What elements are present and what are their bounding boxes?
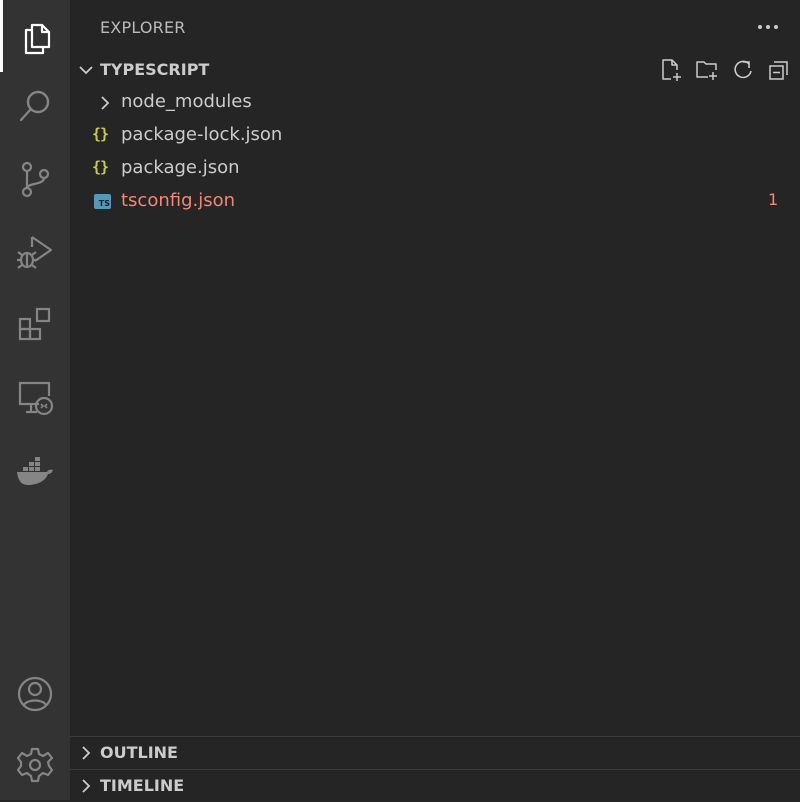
explorer-sidebar: EXPLORER TYPESCRIPT node_modules {} pack…	[70, 0, 800, 800]
refresh-icon	[734, 60, 752, 79]
docker-icon	[17, 457, 53, 485]
search-icon	[19, 90, 50, 122]
source-control-icon	[21, 161, 50, 198]
settings-gear-icon	[16, 747, 54, 783]
run-debug-icon	[17, 236, 53, 269]
folder-section-header[interactable]: TYPESCRIPT	[70, 54, 800, 86]
collapse-all-button[interactable]	[764, 56, 794, 84]
json-file-icon: {}	[92, 125, 109, 143]
tree-item-label: node_modules	[121, 91, 252, 112]
activity-settings-button[interactable]	[0, 730, 70, 802]
tree-item-label: package-lock.json	[121, 124, 283, 145]
tree-item-package-json[interactable]: {} package.json	[70, 152, 800, 185]
activity-account-button[interactable]	[0, 658, 70, 730]
new-folder-button[interactable]	[692, 56, 722, 84]
activity-remote-explorer-button[interactable]	[0, 361, 70, 433]
tree-item-package-lock-json[interactable]: {} package-lock.json	[70, 119, 800, 152]
activity-run-debug-button[interactable]	[0, 215, 70, 287]
activity-search-button[interactable]	[0, 70, 70, 142]
chevron-down-icon	[79, 66, 93, 75]
tree-item-label: tsconfig.json	[121, 190, 236, 211]
activity-bar	[0, 0, 70, 800]
tree-item-node-modules[interactable]: node_modules	[70, 86, 800, 119]
files-icon	[24, 23, 50, 55]
more-actions-button[interactable]	[754, 14, 782, 40]
error-count-badge: 1	[768, 190, 779, 209]
tree-item-tsconfig-json[interactable]: TS tsconfig.json 1	[70, 185, 800, 218]
json-file-icon: {}	[92, 158, 109, 176]
extensions-icon	[18, 307, 51, 341]
explorer-header: EXPLORER	[100, 0, 780, 54]
folder-name: TYPESCRIPT	[100, 60, 210, 79]
timeline-section-header[interactable]: TIMELINE	[70, 769, 800, 800]
chevron-right-icon	[82, 746, 91, 760]
remote-explorer-icon	[18, 381, 54, 416]
tree-item-label: package.json	[121, 157, 240, 178]
ellipsis-icon	[758, 25, 778, 29]
chevron-right-icon	[82, 779, 91, 793]
activity-explorer-button[interactable]	[0, 0, 70, 72]
explorer-title: EXPLORER	[100, 17, 186, 37]
new-file-button[interactable]	[656, 56, 686, 84]
outline-title: OUTLINE	[100, 743, 178, 762]
outline-section-header[interactable]: OUTLINE	[70, 736, 800, 769]
new-file-icon	[662, 59, 681, 81]
activity-docker-button[interactable]	[0, 433, 70, 505]
timeline-title: TIMELINE	[100, 776, 185, 795]
chevron-right-icon	[101, 96, 110, 110]
activity-extensions-button[interactable]	[0, 288, 70, 360]
refresh-button[interactable]	[728, 56, 758, 84]
account-icon	[17, 676, 53, 712]
new-folder-icon	[696, 61, 717, 80]
activity-source-control-button[interactable]	[0, 143, 70, 215]
collapse-all-icon	[769, 61, 788, 80]
ts-file-icon: TS	[94, 194, 111, 209]
